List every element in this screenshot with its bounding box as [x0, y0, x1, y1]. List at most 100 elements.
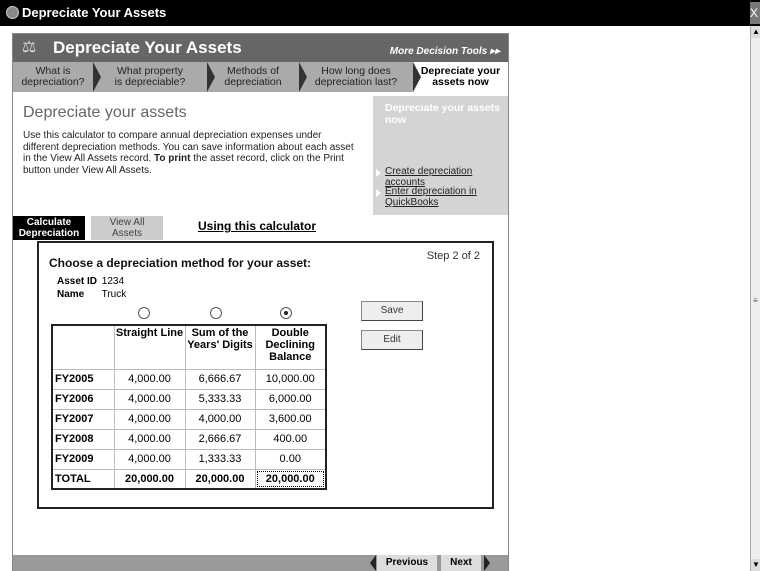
value-cell: 6,666.67 [184, 368, 256, 390]
value-cell: 3,600.00 [254, 408, 327, 430]
scroll-grip-icon[interactable]: ≡ [753, 296, 758, 305]
value-cell: 10,000.00 [254, 368, 327, 390]
radio-sum-of-years-digits[interactable] [210, 307, 222, 319]
table-header-row: Straight Line Sum of the Years' Digits D… [51, 324, 327, 370]
side-panel: Depreciate your assets now Create deprec… [373, 96, 508, 215]
asset-id-row: Asset ID 1234 [57, 276, 124, 287]
close-button[interactable]: X [750, 2, 760, 24]
scales-icon: ⚖ [21, 39, 37, 56]
calculator-card: Step 2 of 2 Choose a depreciation method… [37, 241, 494, 509]
value-cell: 4,000.00 [113, 428, 186, 450]
table-total-row: TOTAL 20,000.00 20,000.00 20,000.00 [51, 468, 327, 490]
year-cell: FY2006 [51, 388, 115, 410]
asset-id-value: 1234 [101, 276, 125, 287]
table-row: FY2008 4,000.00 2,666.67 400.00 [51, 428, 327, 450]
value-cell: 0.00 [254, 448, 327, 470]
total-cell-selected: 20,000.00 [254, 468, 327, 490]
value-cell: 4,000.00 [184, 408, 256, 430]
previous-button[interactable]: Previous [377, 555, 437, 571]
using-this-calculator-link[interactable]: Using this calculator [198, 219, 316, 233]
nav-how-long[interactable]: How long does depreciation last? [299, 62, 421, 92]
value-cell: 4,000.00 [113, 368, 186, 390]
footer-bar: Previous Next [13, 555, 508, 571]
previous-arrow-icon [370, 555, 376, 571]
table-header-cell: Double Declining Balance [254, 324, 327, 370]
nav-label: assets now [432, 76, 489, 88]
create-depreciation-accounts-link[interactable]: Create depreciation accounts [385, 166, 510, 188]
table-header-cell [51, 324, 115, 370]
nav-methods[interactable]: Methods of depreciation [207, 62, 307, 92]
save-button[interactable]: Save [361, 301, 423, 321]
value-cell: 6,000.00 [254, 388, 327, 410]
year-cell: FY2009 [51, 448, 115, 470]
tool-header: ⚖ Depreciate Your Assets More Decision T… [13, 34, 508, 62]
table-row: FY2005 4,000.00 6,666.67 10,000.00 [51, 368, 327, 390]
app-icon [6, 6, 19, 19]
scroll-down-icon[interactable]: ▼ [751, 559, 760, 571]
step-nav: What is depreciation? What property is dep… [13, 62, 508, 92]
radio-double-declining-balance[interactable] [280, 307, 292, 319]
value-cell: 4,000.00 [113, 448, 186, 470]
side-current-item: Depreciate your assets now [385, 102, 500, 126]
nav-arrow-icon [93, 62, 101, 92]
enter-depreciation-link[interactable]: Enter depreciation in QuickBooks [385, 186, 510, 208]
total-cell: 20,000.00 [184, 468, 256, 490]
year-cell: FY2005 [51, 368, 115, 390]
step-indicator: Step 2 of 2 [426, 250, 480, 262]
page-title: Depreciate your assets [23, 104, 187, 121]
double-chevron-icon: ▸▸ [489, 46, 500, 57]
total-cell: 20,000.00 [113, 468, 186, 490]
table-row: FY2007 4,000.00 4,000.00 3,600.00 [51, 408, 327, 430]
tool-frame: ⚖ Depreciate Your Assets More Decision T… [12, 33, 509, 571]
nav-what-is-depreciation[interactable]: What is depreciation? [13, 62, 101, 92]
more-decision-tools-link[interactable]: More Decision Tools ▸▸ [390, 46, 500, 57]
arrow-right-icon [376, 189, 381, 197]
scroll-up-icon[interactable]: ▲ [751, 26, 760, 38]
asset-name-value: Truck [101, 289, 127, 300]
asset-name-row: Name Truck [57, 289, 126, 300]
value-cell: 4,000.00 [113, 388, 186, 410]
nav-label: depreciation last? [314, 76, 398, 88]
intro-text: Use this calculator to compare annual de… [23, 130, 358, 176]
intro-bold: To print [154, 153, 191, 164]
value-cell: 4,000.00 [113, 408, 186, 430]
tool-title: Depreciate Your Assets [53, 38, 242, 57]
tab-label: View All [109, 217, 145, 228]
nav-label: depreciation [224, 76, 282, 88]
nav-label: is depreciable? [114, 76, 186, 88]
value-cell: 2,666.67 [184, 428, 256, 450]
radio-straight-line[interactable] [138, 307, 150, 319]
value-cell: 5,333.33 [184, 388, 256, 410]
nav-arrow-icon [413, 62, 421, 92]
next-arrow-icon [484, 555, 490, 571]
tab-calculate-depreciation[interactable]: Calculate Depreciation [13, 216, 85, 240]
year-cell: FY2008 [51, 428, 115, 450]
nav-arrow-icon [207, 62, 215, 92]
window-title-bar: Depreciate Your Assets X [0, 0, 760, 26]
table-header-cell: Straight Line [113, 324, 186, 370]
tab-label: Depreciation [18, 228, 80, 239]
value-cell: 1,333.33 [184, 448, 256, 470]
value-cell: 400.00 [254, 428, 327, 450]
tab-label: Calculate [26, 217, 72, 228]
choose-method-heading: Choose a depreciation method for your as… [49, 256, 312, 270]
table-header-cell: Sum of the Years' Digits [184, 324, 256, 370]
asset-name-label: Name [57, 289, 85, 300]
window-title: Depreciate Your Assets [22, 5, 167, 20]
nav-arrow-icon [299, 62, 307, 92]
tab-label: Assets [111, 228, 142, 239]
nav-label: depreciation? [21, 76, 85, 88]
nav-depreciate-now[interactable]: Depreciate your assets now [413, 62, 508, 92]
table-row: FY2006 4,000.00 5,333.33 6,000.00 [51, 388, 327, 410]
table-row: FY2009 4,000.00 1,333.33 0.00 [51, 448, 327, 470]
asset-id-label: Asset ID [57, 276, 98, 287]
tab-view-all-assets[interactable]: View All Assets [91, 216, 163, 240]
vertical-scrollbar[interactable]: ▲ ≡ ▼ [750, 26, 760, 571]
depreciation-table: Straight Line Sum of the Years' Digits D… [51, 324, 327, 490]
arrow-right-icon [376, 169, 381, 177]
next-button[interactable]: Next [441, 555, 481, 571]
total-label-cell: TOTAL [51, 468, 115, 490]
year-cell: FY2007 [51, 408, 115, 430]
edit-button[interactable]: Edit [361, 330, 423, 350]
nav-what-property[interactable]: What property is depreciable? [93, 62, 215, 92]
